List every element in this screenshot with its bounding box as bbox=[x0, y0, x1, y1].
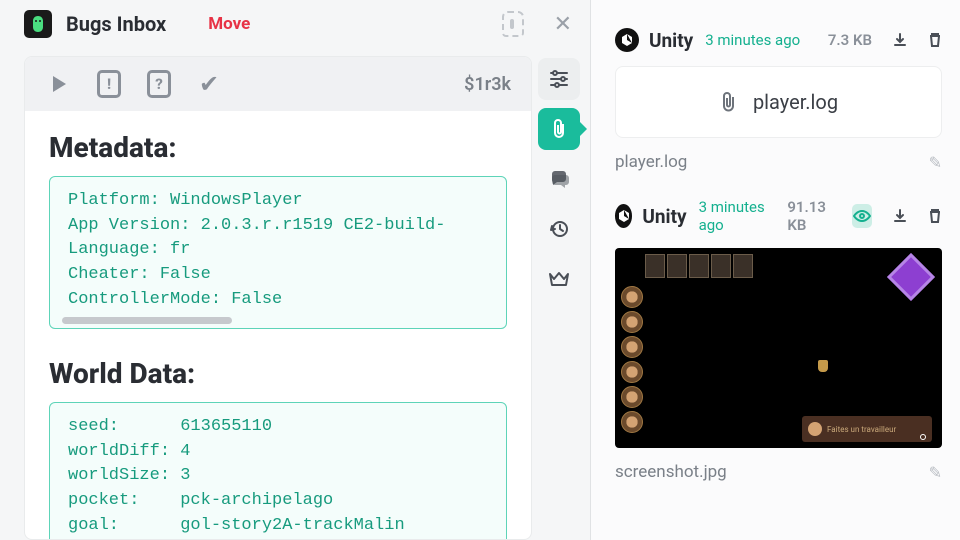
edit-icon[interactable]: ✎ bbox=[929, 153, 942, 172]
attachment-size: 91.13 KB bbox=[787, 198, 831, 234]
card-body[interactable]: Metadata: Platform: WindowsPlayer App Ve… bbox=[25, 111, 531, 539]
delete-icon[interactable] bbox=[928, 32, 942, 48]
attachment-item: Unity 3 minutes ago 91.13 KB Faites bbox=[615, 198, 942, 482]
attachment-author: Unity bbox=[649, 29, 693, 52]
close-icon[interactable]: ✕ bbox=[554, 12, 572, 37]
side-rail bbox=[538, 58, 582, 300]
metadata-heading: Metadata: bbox=[49, 131, 507, 164]
delete-icon[interactable] bbox=[928, 208, 942, 224]
attachment-author: Unity bbox=[642, 205, 686, 228]
attachments-pane: Unity 3 minutes ago 7.3 KB player.log pl… bbox=[590, 0, 960, 540]
filename: screenshot.jpg bbox=[615, 462, 727, 482]
move-button[interactable]: Move bbox=[208, 14, 250, 34]
unity-avatar bbox=[615, 28, 639, 52]
edit-icon[interactable]: ✎ bbox=[929, 463, 942, 482]
worlddata-block[interactable]: seed: 613655110 worldDiff: 4 worldSize: … bbox=[49, 402, 507, 539]
app-icon bbox=[24, 10, 52, 38]
attachment-size: 7.3 KB bbox=[828, 31, 872, 49]
download-icon[interactable] bbox=[892, 208, 908, 224]
unity-avatar bbox=[615, 204, 632, 228]
download-icon[interactable] bbox=[892, 32, 908, 48]
attachment-time: 3 minutes ago bbox=[699, 198, 768, 234]
play-button[interactable] bbox=[45, 70, 73, 98]
filename: player.log bbox=[615, 152, 687, 172]
rail-crown[interactable] bbox=[538, 258, 580, 300]
page-title: Bugs Inbox bbox=[66, 12, 166, 36]
visible-badge[interactable] bbox=[852, 204, 872, 228]
rail-history[interactable] bbox=[538, 208, 580, 250]
important-button[interactable]: ! bbox=[95, 70, 123, 98]
screenshot-preview[interactable]: Faites un travailleur bbox=[615, 248, 942, 448]
done-button[interactable]: ✔ bbox=[195, 70, 223, 98]
attachment-item: Unity 3 minutes ago 7.3 KB player.log pl… bbox=[615, 28, 942, 172]
metadata-block[interactable]: Platform: WindowsPlayer App Version: 2.0… bbox=[49, 176, 507, 329]
question-button[interactable]: ? bbox=[145, 70, 173, 98]
pointer-icon[interactable] bbox=[502, 11, 524, 37]
file-card[interactable]: player.log bbox=[615, 66, 942, 138]
rail-chat[interactable] bbox=[538, 158, 580, 200]
rail-attachments[interactable] bbox=[538, 108, 580, 150]
attachment-time: 3 minutes ago bbox=[705, 31, 800, 49]
card-toolbar: ! ? ✔ $1r3k bbox=[25, 57, 531, 111]
worlddata-heading: World Data: bbox=[49, 357, 507, 390]
paperclip-icon bbox=[719, 91, 739, 113]
main-card: ! ? ✔ $1r3k Metadata: Platform: WindowsP… bbox=[24, 56, 532, 540]
h-scrollbar[interactable] bbox=[62, 317, 232, 324]
header: Bugs Inbox Move ✕ bbox=[0, 0, 590, 48]
version-label: $1r3k bbox=[464, 74, 511, 95]
file-label: player.log bbox=[753, 90, 838, 114]
rail-sliders[interactable] bbox=[538, 58, 580, 100]
